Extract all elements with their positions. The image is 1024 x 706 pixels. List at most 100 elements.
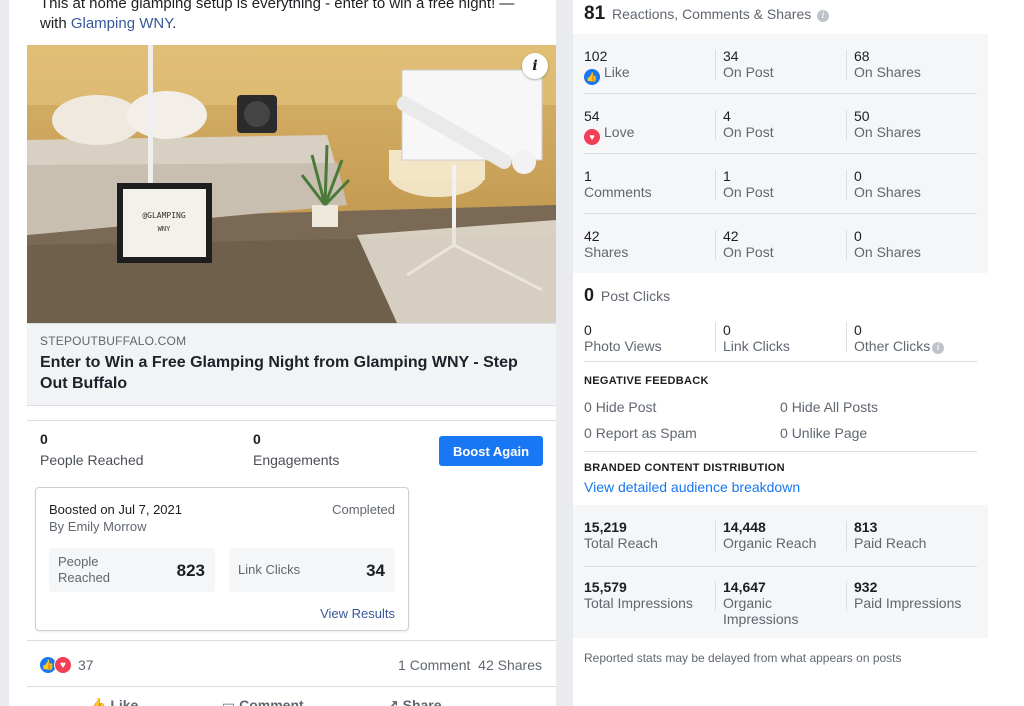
- reactions-header-label: Reactions, Comments & Shares: [612, 6, 812, 22]
- share-button[interactable]: ↗ Share: [387, 697, 442, 706]
- hide-post-label: Hide Post: [595, 399, 657, 415]
- organic-impressions-value: 14,647: [723, 579, 766, 595]
- reach-impressions-block: 15,219 Total Reach 14,448 Organic Reach 81…: [573, 505, 988, 638]
- image-info-icon[interactable]: i: [522, 53, 548, 79]
- post-image[interactable]: @GLAMPING WNY i: [27, 45, 556, 323]
- other-clicks-info-icon[interactable]: i: [932, 342, 945, 354]
- divider: [846, 581, 847, 611]
- love-row: 54 ♥ Love 4 On Post 50 On Shares: [573, 94, 988, 154]
- like-on-post: 34: [723, 48, 739, 64]
- like-on-shares: 68: [854, 48, 870, 64]
- boost-date: Boosted on Jul 7, 2021: [49, 502, 182, 517]
- boost-reached-label-2: Reached: [58, 570, 111, 585]
- branded-content-title: BRANDED CONTENT DISTRIBUTION: [584, 462, 785, 474]
- like-row: 102 👍 Like 34 On Post 68 On Shares: [573, 34, 988, 94]
- shares-total: 42: [584, 228, 600, 244]
- post-stats: 0 People Reached 0 Engagements Boost Aga…: [27, 420, 556, 482]
- post-message-line1: This at home glamping setup is everythin…: [40, 0, 515, 12]
- love-on-post: 4: [723, 108, 731, 124]
- post-message-end: .: [172, 15, 177, 32]
- unlike-page-value: 0: [780, 425, 788, 441]
- boost-reached-value: 823: [176, 561, 205, 580]
- people-reached-label: People Reached: [40, 452, 144, 468]
- report-spam-label: Report as Spam: [595, 425, 697, 441]
- divider: [584, 451, 977, 452]
- info-icon[interactable]: i: [817, 10, 830, 22]
- photo-views-label: Photo Views: [584, 338, 662, 354]
- comments-total: 1: [584, 168, 592, 184]
- boost-status: Completed: [332, 502, 395, 517]
- comment-count[interactable]: 1 Comment: [398, 657, 470, 673]
- hide-all-value: 0: [780, 399, 788, 415]
- post-card: This at home glamping setup is everythin…: [27, 0, 556, 706]
- reactions-header: 81 Reactions, Comments & Shares i: [584, 3, 830, 25]
- divider: [715, 170, 716, 200]
- audience-breakdown-link[interactable]: View detailed audience breakdown: [584, 479, 800, 495]
- organic-reach-value: 14,448: [723, 519, 766, 535]
- reaction-count[interactable]: 37: [78, 657, 94, 673]
- on-shares-label: On Shares: [854, 124, 921, 140]
- love-reaction-icon: ♥: [54, 656, 72, 674]
- stats-delay-note: Reported stats may be delayed from what …: [584, 651, 902, 665]
- link-clicks-value: 0: [723, 322, 731, 338]
- shares-label: Shares: [584, 244, 629, 260]
- divider: [846, 521, 847, 551]
- shares-on-post: 42: [723, 228, 739, 244]
- share-count[interactable]: 42 Shares: [478, 657, 542, 673]
- paid-reach-value: 813: [854, 519, 878, 535]
- total-reach-label: Total Reach: [584, 535, 658, 551]
- on-shares-label: On Shares: [854, 184, 921, 200]
- divider: [846, 170, 847, 200]
- comments-on-shares: 0: [854, 168, 862, 184]
- negative-feedback-title: NEGATIVE FEEDBACK: [584, 375, 709, 387]
- paid-reach-label: Paid Reach: [854, 535, 927, 551]
- post-insights-panel: 81 Reactions, Comments & Shares i 102 👍 Li…: [573, 0, 988, 706]
- like-total: 102: [584, 48, 608, 64]
- on-shares-label: On Shares: [854, 64, 921, 80]
- link-title: Enter to Win a Free Glamping Night from …: [40, 354, 518, 392]
- on-post-label: On Post: [723, 64, 774, 80]
- page-gutter-left: [0, 0, 9, 706]
- post-clicks-value: 0: [584, 285, 595, 305]
- total-reach-value: 15,219: [584, 519, 627, 535]
- reaction-icons[interactable]: 👍 ♥: [39, 656, 75, 674]
- comments-row: 1 Comments 1 On Post 0 On Shares: [573, 154, 988, 214]
- on-shares-label: On Shares: [854, 244, 921, 260]
- on-post-label: On Post: [723, 184, 774, 200]
- sign-text-line1: @GLAMPING: [142, 211, 186, 220]
- love-total: 54: [584, 108, 600, 124]
- page-gutter-right: [988, 0, 1024, 706]
- view-results-link[interactable]: View Results: [320, 606, 395, 621]
- link-domain: STEPOUTBUFFALO.COM: [40, 334, 187, 348]
- comments-on-post: 1: [723, 168, 731, 184]
- divider: [846, 230, 847, 260]
- on-post-label: On Post: [723, 244, 774, 260]
- report-spam-value: 0: [584, 425, 592, 441]
- love-label: Love: [604, 124, 635, 140]
- hide-post-value: 0: [584, 399, 592, 415]
- divider: [715, 230, 716, 260]
- other-clicks-label: Other Clicks: [854, 338, 931, 354]
- people-reached-value: 0: [40, 431, 48, 447]
- tagged-page-link[interactable]: Glamping WNY: [71, 15, 172, 32]
- like-button[interactable]: 👍 Like: [89, 697, 138, 706]
- love-icon: ♥: [584, 129, 600, 145]
- paid-impressions-value: 932: [854, 579, 878, 595]
- unlike-page-stat: 0 Unlike Page: [780, 425, 867, 441]
- shares-on-shares: 0: [854, 228, 862, 244]
- comment-button[interactable]: ▭ Comment: [222, 697, 304, 706]
- love-on-shares: 50: [854, 108, 870, 124]
- link-preview[interactable]: STEPOUTBUFFALO.COM Enter to Win a Free G…: [27, 323, 556, 406]
- other-clicks-value: 0: [854, 322, 862, 338]
- boost-reached-label-1: People: [58, 554, 99, 569]
- total-impressions-label: Total Impressions: [584, 595, 693, 611]
- post-clicks-header: 0 Post Clicks: [584, 285, 670, 306]
- divider: [846, 110, 847, 140]
- post-message-with: with: [40, 15, 71, 32]
- boost-author: By Emily Morrow: [49, 519, 147, 534]
- on-post-label: On Post: [723, 124, 774, 140]
- hide-post-stat: 0 Hide Post: [584, 399, 656, 415]
- paid-impressions-label: Paid Impressions: [854, 595, 962, 611]
- like-button-label: Like: [110, 697, 139, 706]
- boost-again-button[interactable]: Boost Again: [439, 436, 543, 466]
